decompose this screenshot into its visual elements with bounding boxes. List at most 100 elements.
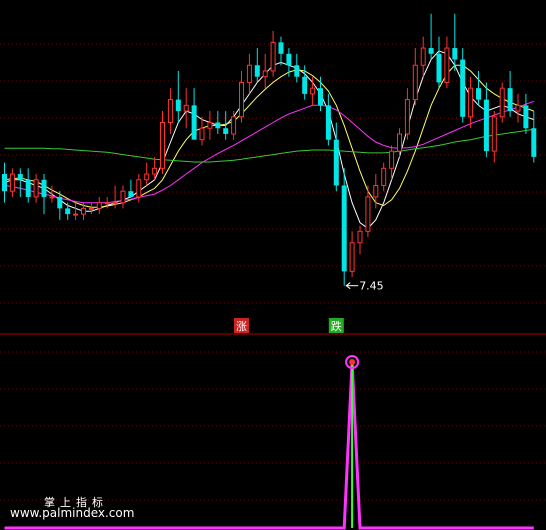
rise-signal-label: 涨 <box>236 320 247 333</box>
candle <box>420 36 426 77</box>
candle <box>144 162 150 186</box>
indicator-peak-dot <box>349 359 356 365</box>
candle-body <box>420 47 426 66</box>
candle-body <box>404 99 410 135</box>
candle-body <box>483 99 489 152</box>
candle <box>33 174 39 203</box>
candle <box>294 53 300 83</box>
candle-body <box>57 196 63 209</box>
moving-average-line <box>4 64 534 208</box>
candle-body <box>507 88 513 112</box>
candle-body <box>468 87 474 118</box>
candle <box>412 48 418 106</box>
candle-body <box>73 213 79 216</box>
candle-body <box>452 48 458 60</box>
candle <box>507 70 513 117</box>
candle-body <box>476 88 481 100</box>
candle-body <box>397 133 402 152</box>
candle-body <box>523 105 529 129</box>
low-price-label: 7.45 <box>359 280 384 293</box>
candle-body <box>491 116 497 152</box>
candle-body <box>88 207 94 210</box>
candle-body <box>65 208 71 215</box>
watermark-url: www.palmindex.com <box>10 506 135 520</box>
candle-body <box>9 173 15 192</box>
candle <box>191 88 197 140</box>
candle <box>49 185 55 203</box>
candle <box>499 82 505 123</box>
candle-body <box>207 122 213 129</box>
candle-body <box>81 207 86 215</box>
candle <box>207 111 213 140</box>
candle-body <box>128 191 134 197</box>
candle-body <box>310 87 316 95</box>
candle-body <box>254 65 260 77</box>
candle <box>96 196 102 215</box>
candle-body <box>333 139 339 186</box>
candle-body <box>41 179 47 197</box>
candle-body <box>215 122 221 129</box>
candle-body <box>444 47 450 83</box>
candle <box>468 76 474 129</box>
candle <box>357 225 363 255</box>
candle-body <box>120 190 126 204</box>
candle-body <box>357 230 363 244</box>
candle-body <box>270 41 276 72</box>
candle-body <box>381 167 387 186</box>
candle-body <box>460 59 466 117</box>
candle-body <box>49 196 55 199</box>
candle-body <box>286 53 292 66</box>
candle <box>254 48 260 83</box>
candle-body <box>294 65 300 77</box>
candle <box>160 111 165 175</box>
candle-body <box>167 99 173 124</box>
candle <box>215 111 221 134</box>
candle <box>136 174 142 203</box>
candle-body <box>175 99 181 112</box>
signal-markers: 涨 跌 <box>234 318 344 333</box>
candle-body <box>17 174 23 180</box>
candle-body <box>531 128 537 157</box>
candle <box>428 13 434 60</box>
candle <box>167 88 173 134</box>
candle-body <box>318 88 323 106</box>
candle <box>128 179 134 197</box>
candle <box>199 116 205 146</box>
candle-body <box>144 173 150 181</box>
moving-average-line <box>4 128 534 163</box>
candle <box>270 30 276 77</box>
candle <box>483 82 489 157</box>
candle-body <box>152 167 158 175</box>
candle-body <box>412 64 418 101</box>
candle-body <box>341 185 347 272</box>
candle <box>476 70 481 106</box>
fall-signal-label: 跌 <box>331 319 342 333</box>
candle-body <box>365 196 371 232</box>
candle-body <box>325 105 331 140</box>
candle-body <box>112 202 118 205</box>
candle-body <box>104 202 110 205</box>
candle <box>286 48 292 77</box>
candle <box>88 202 94 215</box>
candle-body <box>239 81 244 118</box>
candle-body <box>136 179 142 198</box>
candlesticks <box>2 13 537 286</box>
candle-body <box>2 174 7 192</box>
candle <box>325 93 331 146</box>
candle-body <box>515 104 521 112</box>
candle-body <box>223 128 229 134</box>
candle-body <box>246 64 252 83</box>
candle <box>278 36 284 66</box>
candle <box>349 231 355 278</box>
candle <box>175 70 181 123</box>
candle <box>65 202 71 220</box>
candle <box>523 93 529 134</box>
candle <box>381 162 387 192</box>
candle <box>41 174 47 215</box>
candle-body <box>25 179 31 197</box>
candle-body <box>373 184 379 198</box>
candle <box>404 88 410 140</box>
candle-body <box>278 42 284 54</box>
candle-body <box>231 116 237 135</box>
moving-average-lines <box>4 50 534 230</box>
